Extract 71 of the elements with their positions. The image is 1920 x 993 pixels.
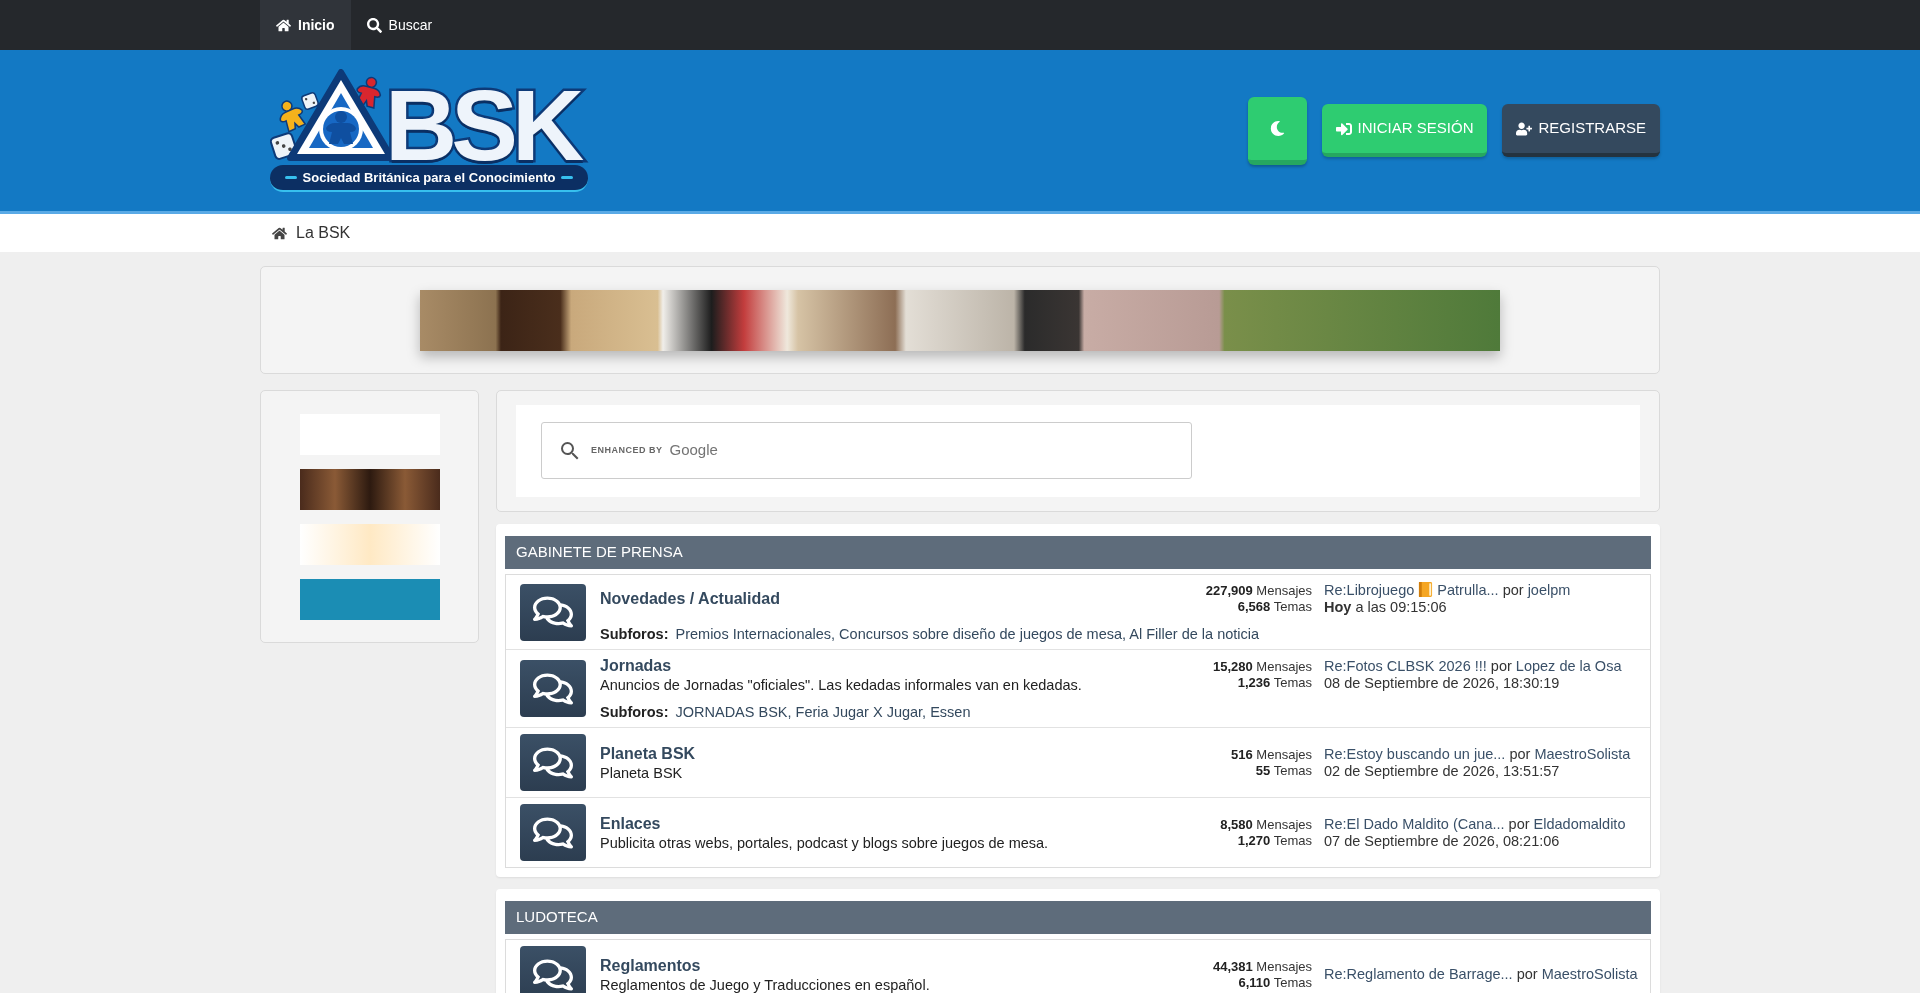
forum-title-link[interactable]: Novedades / Actualidad <box>600 588 780 609</box>
author-link[interactable]: joelpm <box>1527 582 1571 598</box>
subforum-link[interactable]: Feria Jugar X Jugar, <box>795 704 927 720</box>
topic-count: 1,270 Temas <box>1237 832 1312 849</box>
add-user-icon <box>1516 120 1533 137</box>
forum-description: Publicita otras webs, portales, podcast y blogs sobre juegos de mesa. <box>600 833 1050 852</box>
google-wordmark: Google <box>669 440 718 461</box>
by-label: por <box>1502 582 1524 598</box>
last-post-link[interactable]: Re:Reglamento de Barrage... <box>1324 966 1513 982</box>
last-post-date: 07 de Septiembre de 2026, 08:21:06 <box>1324 832 1561 850</box>
author-link[interactable]: MaestroSolista <box>1534 745 1631 762</box>
home-icon <box>272 225 287 241</box>
topic-count: 55 Temas <box>1255 762 1312 779</box>
by-label: por <box>1516 966 1538 982</box>
topic-count: 1,236 Temas <box>1237 675 1312 691</box>
moon-icon <box>1269 120 1285 136</box>
by-label: por <box>1490 658 1512 674</box>
category-header: LUDOTECA <box>505 901 1651 934</box>
speech-bubbles-icon <box>520 583 586 641</box>
subforum-link[interactable]: JORNADAS BSK, <box>675 704 792 720</box>
logo-placeholder[interactable] <box>299 469 440 510</box>
subforum-link[interactable]: Concursos sobre diseño de juegos de mesa, <box>839 626 1127 642</box>
forum-description: Anuncios de Jornadas "oficiales". Las kedadas informales van en kedadas. <box>600 676 1083 694</box>
post-count: 8,580 Mensajes <box>1220 816 1312 833</box>
speech-bubbles-icon <box>520 734 586 791</box>
topic-count: 6,110 Temas <box>1238 974 1312 991</box>
post-count: 516 Mensajes <box>1231 746 1312 763</box>
logo-tagline: Sociedad Británica para el Conocimiento <box>302 168 556 187</box>
last-post-link[interactable]: Re:Estoy buscando un jue... <box>1324 745 1506 762</box>
home-icon <box>276 17 291 33</box>
logo-wordmark: BSK <box>385 85 579 165</box>
banner-placeholder[interactable] <box>420 289 1500 351</box>
forum-title-link[interactable]: Reglamentos <box>600 955 701 976</box>
enhanced-by-label: ENHANCED BY <box>591 443 663 457</box>
by-label: por <box>1509 745 1531 762</box>
by-label: por <box>1508 815 1530 832</box>
author-link[interactable]: MaestroSolista <box>1541 966 1638 982</box>
last-post-date: Hoy a las 09:15:06 <box>1324 599 1448 616</box>
last-post-date: 02 de Septiembre de 2026, 13:51:57 <box>1324 762 1561 780</box>
category-header: GABINETE DE PRENSA <box>505 536 1651 569</box>
post-count: 44,381 Mensajes <box>1213 958 1312 975</box>
speech-bubbles-icon <box>520 804 586 861</box>
post-count: 227,909 Mensajes <box>1205 582 1312 599</box>
breadcrumb-link[interactable]: La BSK <box>296 221 351 245</box>
search-icon <box>366 17 382 33</box>
forum-title-link[interactable]: Planeta BSK <box>600 743 696 764</box>
dark-mode-button[interactable] <box>1247 96 1307 165</box>
post-count: 15,280 Mensajes <box>1213 659 1312 675</box>
subforum-link[interactable]: Premios Internacionales, <box>675 626 836 642</box>
topic-count: 6,568 Temas <box>1237 598 1312 615</box>
subforum-link[interactable]: Al Filler de la noticia <box>1129 626 1260 642</box>
last-post-date: 08 de Septiembre de 2026, 18:30:19 <box>1324 675 1561 692</box>
forum-title-link[interactable]: Enlaces <box>600 813 661 834</box>
subforums-label: Subforos: <box>600 626 669 642</box>
nav-tab[interactable]: Inicio <box>260 0 351 50</box>
search-field[interactable]: ENHANCED BY Google <box>541 422 1192 479</box>
register-button[interactable]: REGISTRARSE <box>1502 104 1660 157</box>
book-icon <box>1418 581 1434 598</box>
nav-tab[interactable]: Buscar <box>350 0 449 50</box>
subforum-link[interactable]: Essen <box>930 704 971 720</box>
speech-bubbles-icon <box>520 660 586 717</box>
sign-in-icon <box>1335 120 1352 137</box>
author-link[interactable]: Lopez de la Osa <box>1515 658 1622 674</box>
author-link[interactable]: Eldadomaldito <box>1533 815 1626 832</box>
forum-description: Planeta BSK <box>600 763 684 782</box>
last-post-link[interactable]: Re:Librojuego Patrulla... <box>1324 582 1499 598</box>
forum-description: Reglamentos de Juego y Traducciones en español. <box>600 975 931 993</box>
subforums-label: Subforos: <box>600 704 669 720</box>
last-post-link[interactable]: Re:El Dado Maldito (Cana... <box>1324 815 1505 832</box>
forum-title-link[interactable]: Jornadas <box>600 656 672 676</box>
last-post-link[interactable]: Re:Fotos CLBSK 2026 !!! <box>1324 658 1487 674</box>
